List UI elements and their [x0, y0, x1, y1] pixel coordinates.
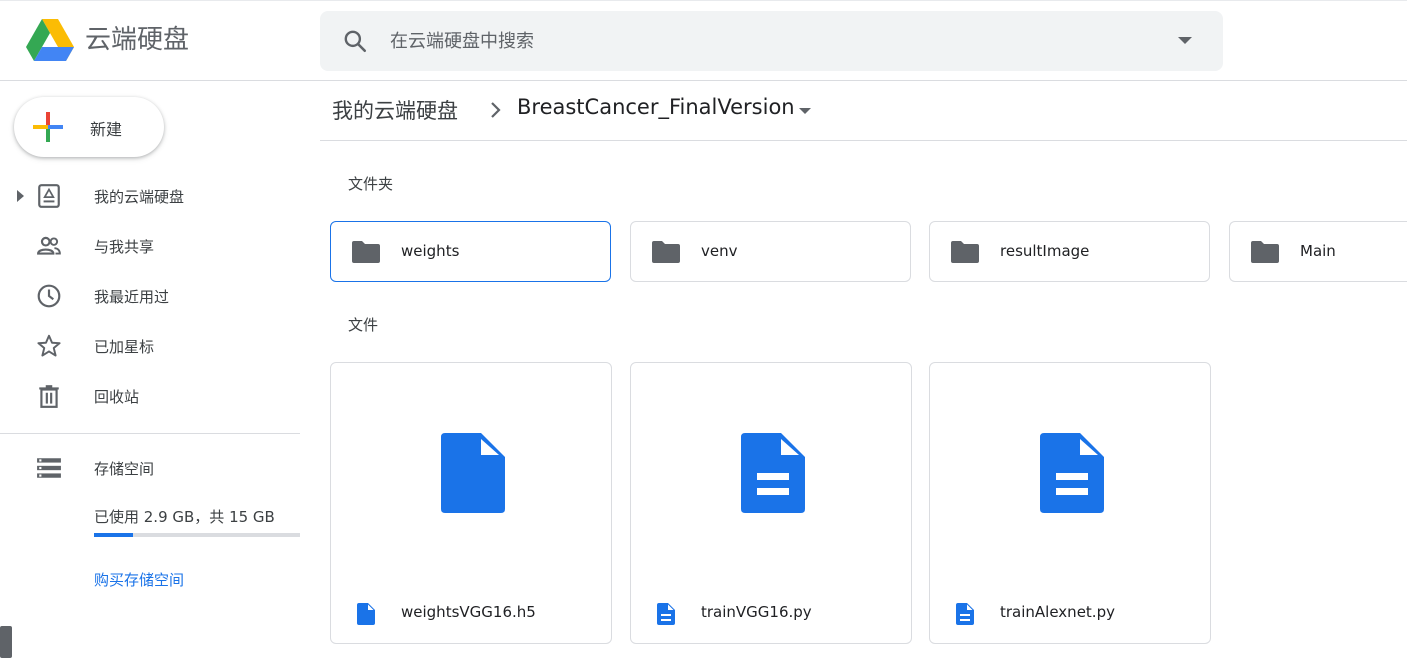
file-icon: [441, 433, 505, 513]
file-card[interactable]: weightsVGG16.h5: [330, 362, 612, 644]
folder-item[interactable]: Main: [1229, 221, 1407, 282]
storage-progress-fill: [94, 533, 134, 537]
sidebar-item-my-drive[interactable]: 我的云端硬盘: [0, 174, 300, 218]
top-bar: 云端硬盘: [0, 0, 1407, 81]
sidebar-item-label: 存储空间: [94, 460, 155, 478]
chevron-right-icon: [491, 102, 501, 118]
folder-name: weights: [401, 242, 460, 260]
buy-storage-link[interactable]: 购买存储空间: [94, 569, 184, 590]
breadcrumb-root[interactable]: 我的云端硬盘: [332, 95, 458, 125]
storage-progress-bar: [94, 533, 300, 537]
file-card[interactable]: trainVGG16.py: [630, 362, 912, 644]
app-title: 云端硬盘: [85, 25, 190, 55]
folder-item[interactable]: weights: [330, 221, 611, 282]
breadcrumb-current-folder[interactable]: BreastCancer_FinalVersion: [517, 95, 795, 119]
clock-icon: [37, 284, 61, 308]
sidebar-item-label: 与我共享: [94, 238, 155, 256]
sidebar-item-shared-with-me[interactable]: 与我共享: [0, 224, 300, 268]
side-panel-handle[interactable]: [0, 626, 12, 658]
new-button[interactable]: 新建: [14, 97, 164, 157]
file-icon: [357, 603, 375, 625]
search-icon[interactable]: [342, 28, 368, 54]
document-icon: [741, 433, 805, 513]
folder-icon: [352, 241, 380, 263]
sidebar-divider: [0, 433, 300, 434]
folder-item[interactable]: venv: [630, 221, 911, 282]
people-icon: [37, 236, 61, 255]
folder-menu-dropdown-icon[interactable]: [799, 108, 811, 114]
drive-logo-icon[interactable]: [26, 19, 74, 63]
sidebar-item-label: 已加星标: [94, 338, 155, 356]
folder-name: resultImage: [1000, 242, 1090, 260]
document-icon: [1040, 433, 1104, 513]
files-section-title: 文件: [348, 316, 379, 334]
breadcrumb: 我的云端硬盘 BreastCancer_FinalVersion: [320, 81, 1407, 141]
sidebar-item-label: 回收站: [94, 388, 140, 406]
drive-icon: [38, 184, 60, 208]
file-name: trainVGG16.py: [701, 603, 812, 621]
folders-section-title: 文件夹: [348, 175, 394, 193]
search-input[interactable]: [390, 11, 1150, 71]
new-button-label: 新建: [90, 120, 123, 139]
sidebar-item-storage[interactable]: 存储空间: [0, 446, 300, 490]
sidebar-item-recent[interactable]: 我最近用过: [0, 274, 300, 318]
sidebar-item-label: 我的云端硬盘: [94, 188, 185, 206]
file-preview: [631, 363, 911, 583]
plus-icon: [33, 112, 63, 142]
folder-icon: [652, 241, 680, 263]
folder-icon: [1251, 241, 1279, 263]
file-preview: [930, 363, 1210, 583]
search-options-dropdown-icon[interactable]: [1178, 37, 1192, 44]
storage-icon: [37, 458, 61, 478]
file-name: trainAlexnet.py: [1000, 603, 1115, 621]
file-card[interactable]: trainAlexnet.py: [929, 362, 1211, 644]
sidebar-item-label: 我最近用过: [94, 288, 170, 306]
document-icon: [657, 603, 675, 625]
file-preview: [331, 363, 611, 583]
folder-icon: [951, 241, 979, 263]
folder-name: venv: [701, 242, 738, 260]
file-name: weightsVGG16.h5: [401, 603, 536, 621]
storage-usage-text: 已使用 2.9 GB，共 15 GB: [94, 508, 275, 526]
expand-arrow-icon[interactable]: [17, 190, 24, 202]
sidebar-item-trash[interactable]: 回收站: [0, 374, 300, 418]
search-bar[interactable]: [320, 11, 1223, 71]
sidebar-item-starred[interactable]: 已加星标: [0, 324, 300, 368]
folder-name: Main: [1300, 242, 1336, 260]
star-icon: [37, 334, 61, 357]
folder-item[interactable]: resultImage: [929, 221, 1210, 282]
trash-icon: [39, 385, 59, 408]
document-icon: [956, 603, 974, 625]
